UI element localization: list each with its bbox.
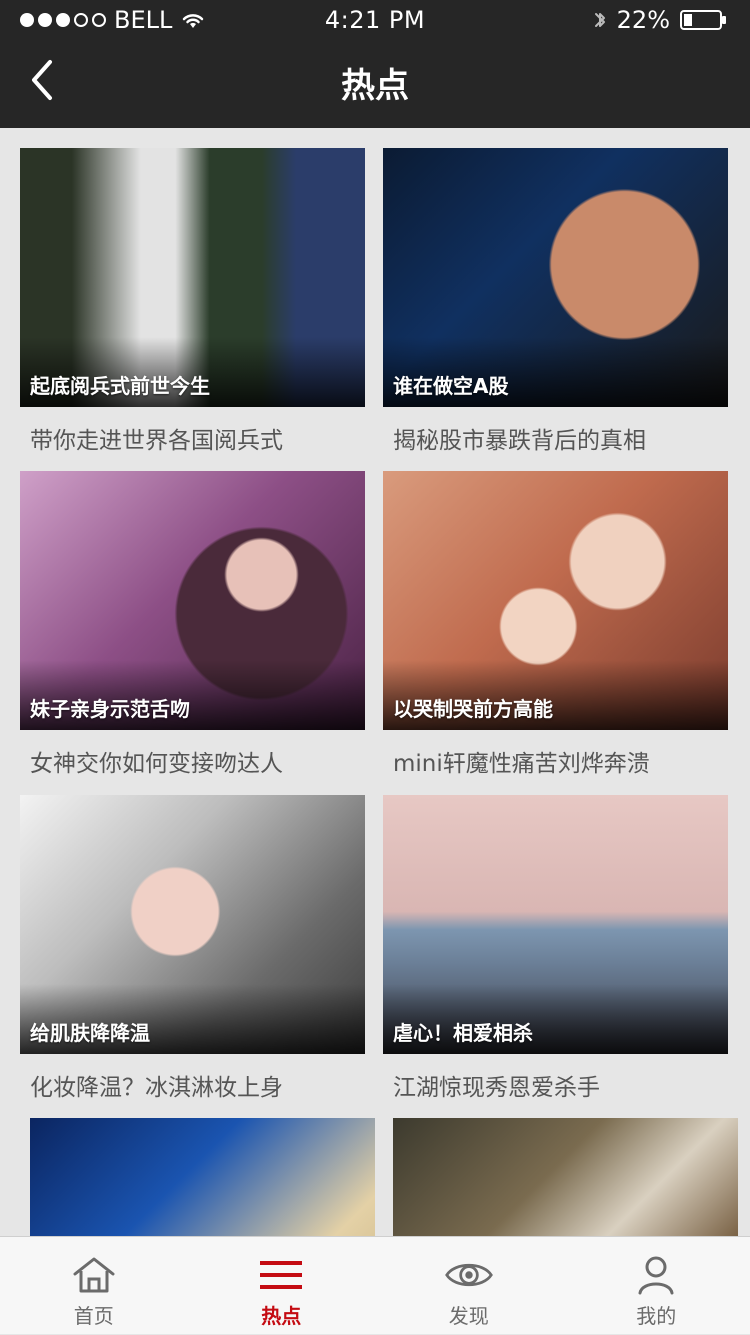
- news-thumbnail[interactable]: 给肌肤降降温: [20, 795, 365, 1054]
- tab-hot[interactable]: 热点: [188, 1237, 376, 1335]
- eye-icon: [444, 1253, 494, 1297]
- tab-discover[interactable]: 发现: [375, 1237, 563, 1335]
- news-card[interactable]: 起底阅兵式前世今生 带你走进世界各国阅兵式: [20, 148, 365, 455]
- home-icon: [69, 1253, 119, 1297]
- news-card[interactable]: 妹子亲身示范舌吻 女神交你如何变接吻达人: [20, 471, 365, 778]
- news-thumbnail[interactable]: 以哭制哭前方高能: [383, 471, 728, 730]
- nav-bar: 热点: [0, 40, 750, 128]
- thumbnail-caption: 谁在做空A股: [393, 370, 508, 399]
- news-title[interactable]: 江湖惊现秀恩爱杀手: [393, 1068, 728, 1102]
- news-card[interactable]: 给肌肤降降温 化妆降温？冰淇淋妆上身: [20, 795, 365, 1102]
- tab-label: 我的: [563, 1300, 750, 1329]
- news-title[interactable]: 揭秘股市暴跌背后的真相: [393, 421, 728, 455]
- thumbnail-caption: 给肌肤降降温: [30, 1017, 150, 1046]
- thumbnail-caption: 起底阅兵式前世今生: [30, 370, 210, 399]
- page-title: 热点: [0, 58, 750, 107]
- status-bar: BELL 4:21 PM 22%: [0, 0, 750, 40]
- tab-label: 热点: [188, 1300, 376, 1329]
- thumbnail-caption: 以哭制哭前方高能: [393, 693, 553, 722]
- thumbnail-caption: 妹子亲身示范舌吻: [30, 693, 190, 722]
- feed-grid[interactable]: 起底阅兵式前世今生 带你走进世界各国阅兵式 谁在做空A股 揭秘股市暴跌背后的真相…: [0, 128, 750, 1236]
- news-thumbnail[interactable]: 起底阅兵式前世今生: [20, 148, 365, 407]
- menu-icon: [256, 1253, 306, 1297]
- tab-label: 首页: [0, 1300, 188, 1329]
- news-card[interactable]: [393, 1118, 738, 1236]
- news-thumbnail[interactable]: 谁在做空A股: [383, 148, 728, 407]
- news-thumbnail[interactable]: 虐心！相爱相杀: [383, 795, 728, 1054]
- news-card[interactable]: 谁在做空A股 揭秘股市暴跌背后的真相: [383, 148, 728, 455]
- news-title[interactable]: 带你走进世界各国阅兵式: [30, 421, 365, 455]
- news-card[interactable]: 虐心！相爱相杀 江湖惊现秀恩爱杀手: [383, 795, 728, 1102]
- tab-home[interactable]: 首页: [0, 1237, 188, 1335]
- news-thumbnail[interactable]: [30, 1118, 375, 1236]
- bluetooth-icon: [593, 8, 607, 32]
- user-icon: [631, 1253, 681, 1297]
- battery-icon: [680, 9, 728, 31]
- status-right: 22%: [593, 6, 728, 34]
- top-bar: BELL 4:21 PM 22% 热点: [0, 0, 750, 128]
- news-card[interactable]: [30, 1118, 375, 1236]
- news-thumbnail[interactable]: [393, 1118, 738, 1236]
- news-thumbnail[interactable]: 妹子亲身示范舌吻: [20, 471, 365, 730]
- news-title[interactable]: 化妆降温？冰淇淋妆上身: [30, 1068, 365, 1102]
- thumbnail-caption: 虐心！相爱相杀: [393, 1017, 533, 1046]
- tab-bar: 首页 热点 发现 我的: [0, 1236, 750, 1334]
- news-card[interactable]: 以哭制哭前方高能 mini轩魔性痛苦刘烨奔溃: [383, 471, 728, 778]
- tab-profile[interactable]: 我的: [563, 1237, 750, 1335]
- battery-percent: 22%: [617, 6, 670, 34]
- news-title[interactable]: 女神交你如何变接吻达人: [30, 744, 365, 778]
- news-title[interactable]: mini轩魔性痛苦刘烨奔溃: [393, 744, 728, 778]
- tab-label: 发现: [375, 1300, 563, 1329]
